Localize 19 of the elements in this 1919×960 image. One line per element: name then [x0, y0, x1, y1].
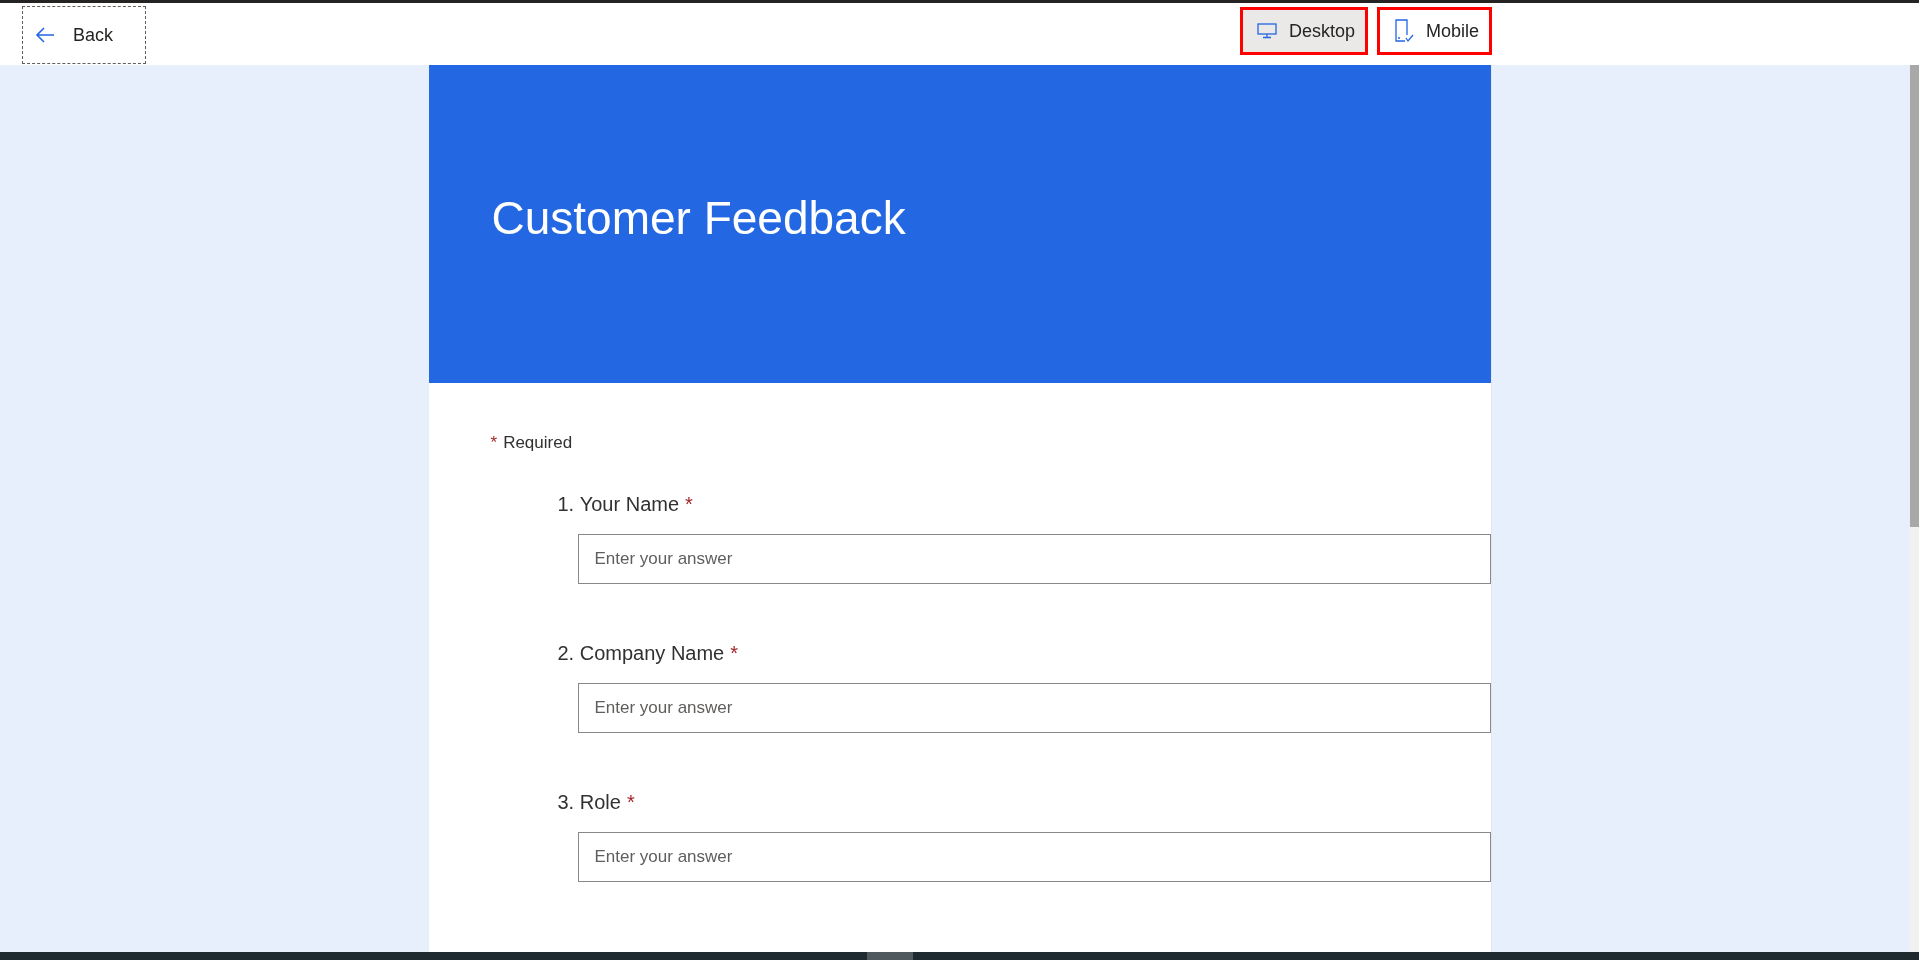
back-button[interactable]: Back [22, 6, 146, 64]
answer-field[interactable]: Enter your answer [577, 534, 1491, 584]
question-label: 2. Company Name [557, 642, 725, 665]
back-arrow-icon [35, 27, 55, 43]
required-note: Required [503, 433, 573, 453]
required-mark: * [685, 493, 693, 516]
phone-check-icon [1393, 19, 1414, 43]
view-tab[interactable]: Desktop [1239, 7, 1368, 55]
required-mark: * [490, 433, 498, 453]
monitor-icon [1256, 23, 1277, 39]
answer-field[interactable]: Enter your answer [577, 832, 1491, 882]
question-label: 1. Your Name [557, 493, 680, 516]
answer-field[interactable]: Enter your answer [577, 683, 1491, 733]
scrollbar[interactable] [1910, 65, 1919, 952]
required-mark: * [730, 642, 739, 665]
required-mark: * [626, 791, 635, 814]
form-title: Customer Feedback [491, 191, 906, 246]
view-tab[interactable]: Mobile [1376, 7, 1492, 55]
question-label: 3. Role [557, 791, 621, 814]
